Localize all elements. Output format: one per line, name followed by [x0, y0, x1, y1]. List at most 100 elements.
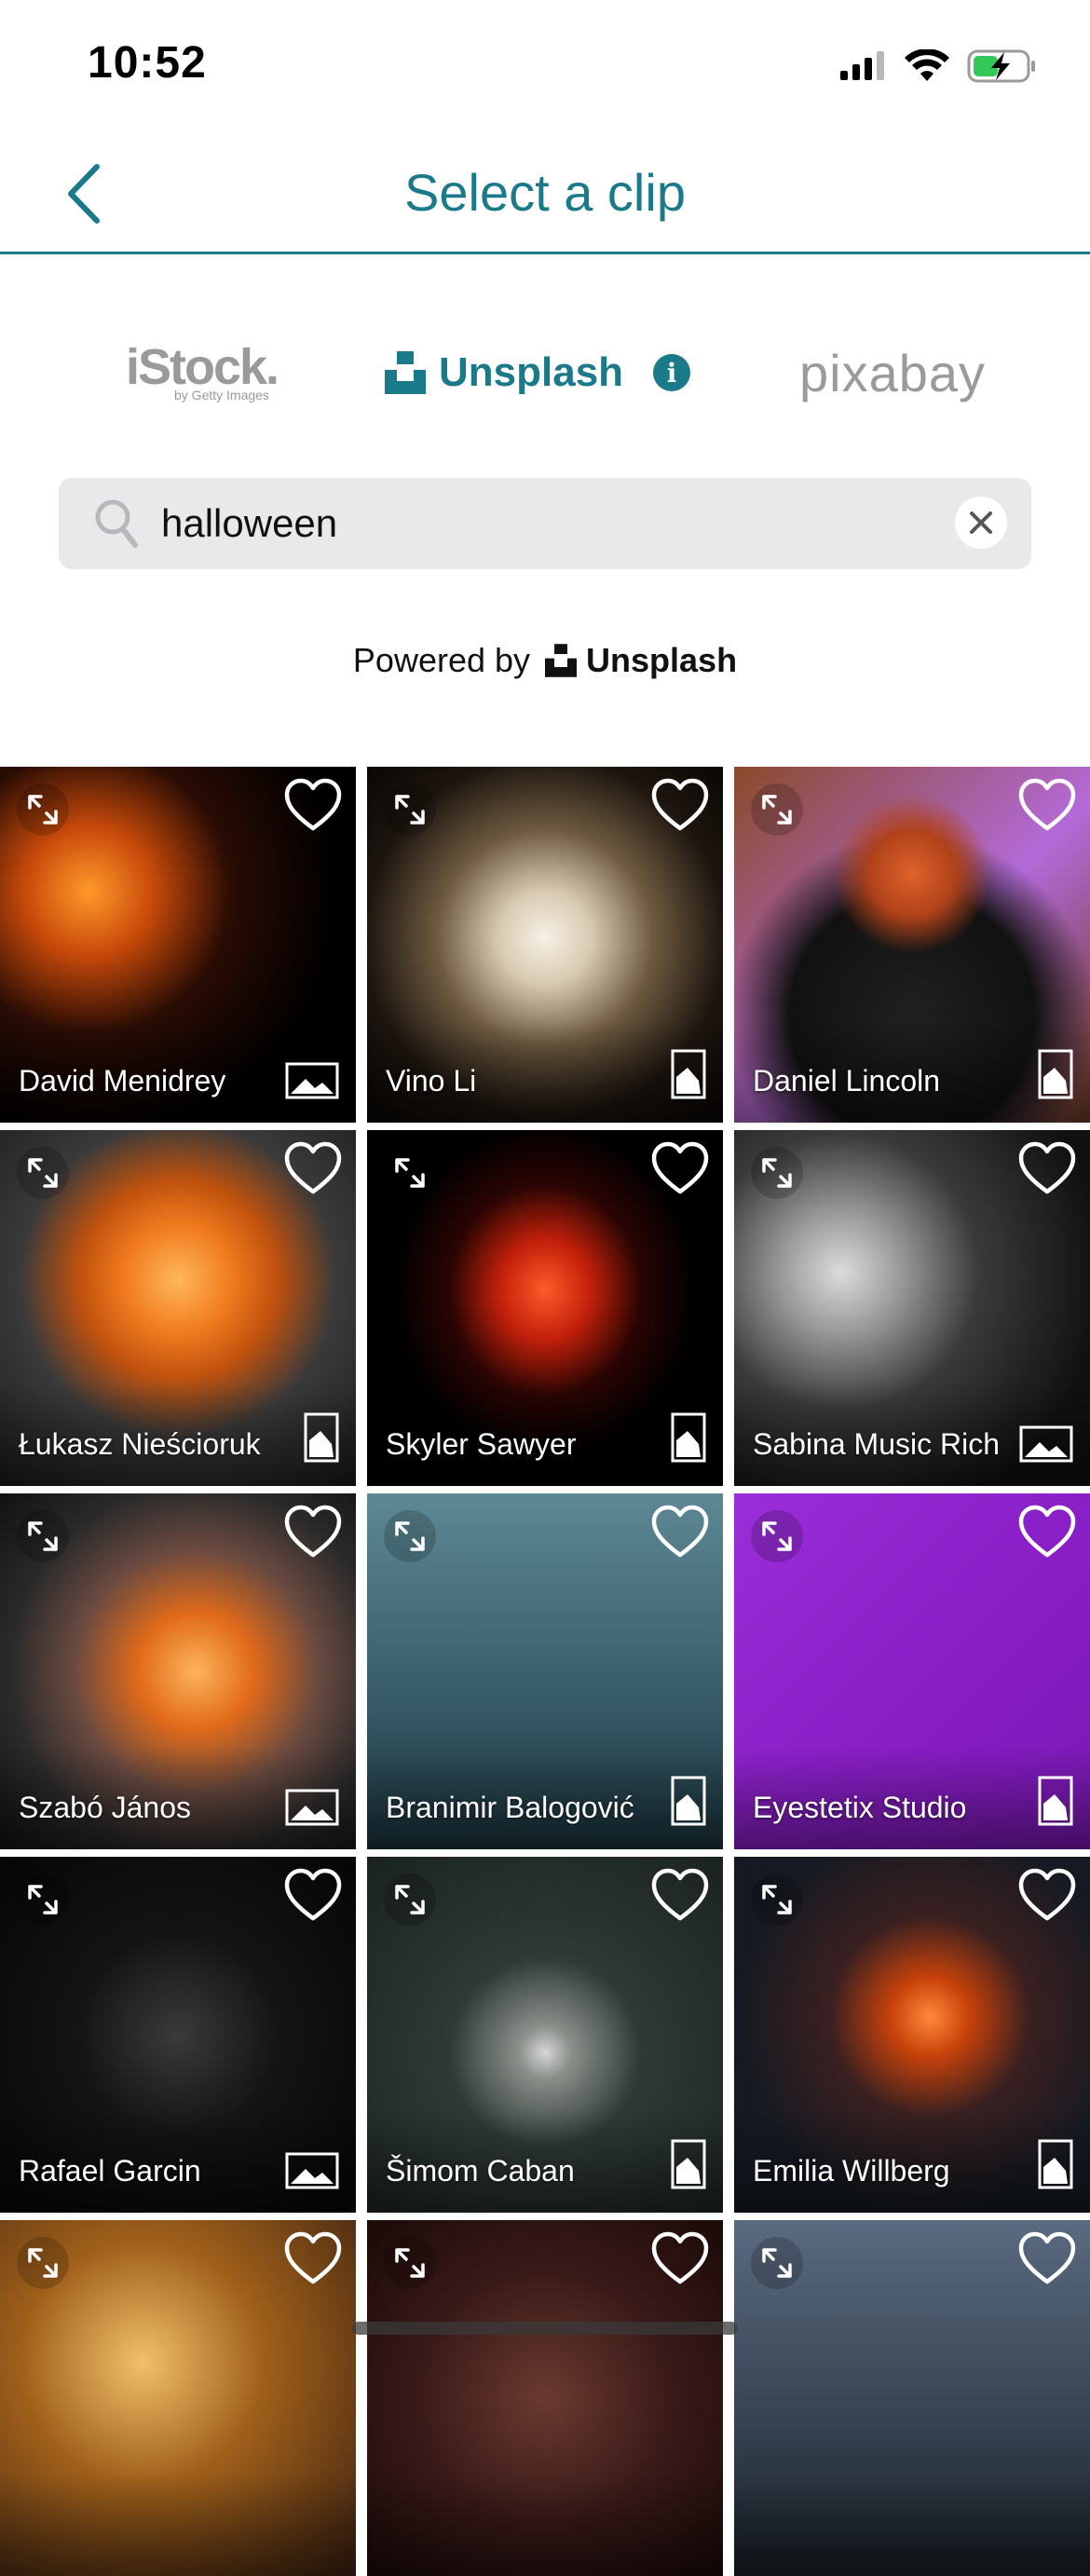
heart-icon[interactable] [650, 1505, 710, 1561]
clip-author: Sabina Music Rich [753, 1427, 1000, 1461]
heart-icon[interactable] [650, 1868, 710, 1924]
clip-author: David Menidrey [19, 1064, 226, 1097]
expand-icon[interactable] [17, 2237, 69, 2289]
expand-icon[interactable] [751, 1510, 803, 1562]
clip-author: Eyestetix Studio [753, 1791, 967, 1824]
heart-icon[interactable] [283, 778, 343, 834]
portrait-image-icon [671, 1412, 706, 1467]
clip-tile[interactable]: David Menidrey [0, 767, 356, 1123]
unsplash-logo-icon [385, 351, 426, 394]
clip-tile[interactable]: Vino Li [367, 767, 723, 1123]
caption-shade [734, 2474, 1090, 2576]
portrait-image-icon [671, 1049, 706, 1104]
expand-icon[interactable] [751, 2237, 803, 2289]
clip-tile[interactable]: Rafael Garcin [0, 1857, 356, 2213]
heart-icon[interactable] [283, 1505, 343, 1561]
cellular-signal-icon [840, 51, 884, 80]
clip-author: Vino Li [386, 1064, 477, 1097]
status-time: 10:52 [88, 38, 207, 88]
portrait-image-icon [1038, 2139, 1073, 2194]
clip-tile[interactable] [734, 2220, 1090, 2576]
heart-icon[interactable] [650, 1141, 710, 1197]
provider-tab-unsplash[interactable]: Unsplash i [385, 335, 691, 410]
expand-icon[interactable] [384, 1874, 436, 1926]
expand-icon[interactable] [17, 1147, 69, 1199]
landscape-image-icon [285, 2152, 339, 2194]
clip-tile[interactable] [0, 2220, 356, 2576]
portrait-image-icon [304, 1412, 339, 1467]
clip-author: Emilia Willberg [753, 2154, 950, 2188]
battery-charging-icon [967, 49, 1035, 83]
heart-icon[interactable] [1017, 1505, 1077, 1561]
expand-icon[interactable] [17, 1510, 69, 1562]
expand-icon[interactable] [17, 1874, 69, 1926]
istock-logo-subtext: by Getty Images [174, 388, 269, 402]
expand-icon[interactable] [751, 784, 803, 836]
clip-author: Šimom Caban [386, 2154, 575, 2188]
expand-icon[interactable] [384, 2237, 436, 2289]
clip-tile[interactable]: Eyestetix Studio [734, 1493, 1090, 1849]
portrait-image-icon [671, 2139, 706, 2194]
clip-tile[interactable]: Skyler Sawyer [367, 1130, 723, 1486]
clip-author: Daniel Lincoln [753, 1064, 941, 1097]
landscape-image-icon [285, 1062, 339, 1104]
heart-icon[interactable] [283, 1141, 343, 1197]
portrait-image-icon [671, 1776, 706, 1831]
heart-icon[interactable] [1017, 1868, 1077, 1924]
unsplash-logo-icon [545, 644, 578, 677]
wifi-icon [905, 49, 949, 81]
heart-icon[interactable] [650, 2231, 710, 2287]
provider-tab-istock[interactable]: iStock. by Getty Images [126, 335, 279, 410]
clip-author: Szabó János [19, 1791, 192, 1824]
landscape-image-icon [285, 1789, 339, 1831]
search-bar [59, 478, 1031, 569]
page-title: Select a clip [404, 163, 686, 222]
istock-logo-text: iStock. [126, 339, 279, 395]
portrait-image-icon [1038, 1049, 1073, 1104]
powered-by-unsplash-logo: Unsplash [545, 641, 737, 680]
navigation-bar: Select a clip [0, 130, 1090, 254]
expand-icon[interactable] [751, 1147, 803, 1199]
heart-icon[interactable] [283, 2231, 343, 2287]
clip-tile[interactable]: Emilia Willberg [734, 1857, 1090, 2213]
close-icon [970, 511, 992, 534]
powered-by-brand: Unsplash [586, 641, 738, 679]
search-icon [95, 499, 138, 548]
clip-author: Rafael Garcin [19, 2154, 201, 2188]
clear-search-button[interactable] [955, 497, 1007, 549]
heart-icon[interactable] [1017, 2231, 1077, 2287]
powered-by-attribution: Powered by Unsplash [0, 641, 1090, 680]
caption-shade [0, 2474, 356, 2576]
powered-by-label: Powered by [352, 641, 531, 679]
expand-icon[interactable] [384, 1510, 436, 1562]
status-bar: 10:52 [0, 0, 1090, 130]
clip-author: Łukasz Nieścioruk [19, 1427, 261, 1461]
landscape-image-icon [1019, 1425, 1073, 1467]
clip-tile[interactable]: Sabina Music Rich [734, 1130, 1090, 1486]
heart-icon[interactable] [1017, 1141, 1077, 1197]
info-icon[interactable]: i [653, 354, 691, 391]
clip-tile[interactable]: Šimom Caban [367, 1857, 723, 2213]
heart-icon[interactable] [283, 1868, 343, 1924]
expand-icon[interactable] [17, 784, 69, 836]
clip-tile[interactable] [367, 2220, 723, 2576]
caption-shade [367, 2474, 723, 2576]
provider-tab-pixabay[interactable]: pixabay [799, 335, 986, 410]
unsplash-logo-text: Unsplash [439, 349, 624, 395]
clip-tile[interactable]: Daniel Lincoln [734, 767, 1090, 1123]
clip-tile[interactable]: Łukasz Nieścioruk [0, 1130, 356, 1486]
provider-tabs: iStock. by Getty Images Unsplash i pixab… [0, 317, 1090, 429]
expand-icon[interactable] [384, 784, 436, 836]
clip-tile[interactable]: Szabó János [0, 1493, 356, 1849]
portrait-image-icon [1038, 1776, 1073, 1831]
status-icons [838, 48, 1038, 84]
expand-icon[interactable] [384, 1147, 436, 1199]
clip-tile[interactable]: Branimir Balogović [367, 1493, 723, 1849]
clip-author: Branimir Balogović [386, 1791, 634, 1824]
search-input[interactable] [161, 495, 962, 552]
home-indicator [352, 2322, 738, 2335]
heart-icon[interactable] [1017, 778, 1077, 834]
expand-icon[interactable] [751, 1874, 803, 1926]
clip-author: Skyler Sawyer [386, 1427, 577, 1461]
heart-icon[interactable] [650, 778, 710, 834]
